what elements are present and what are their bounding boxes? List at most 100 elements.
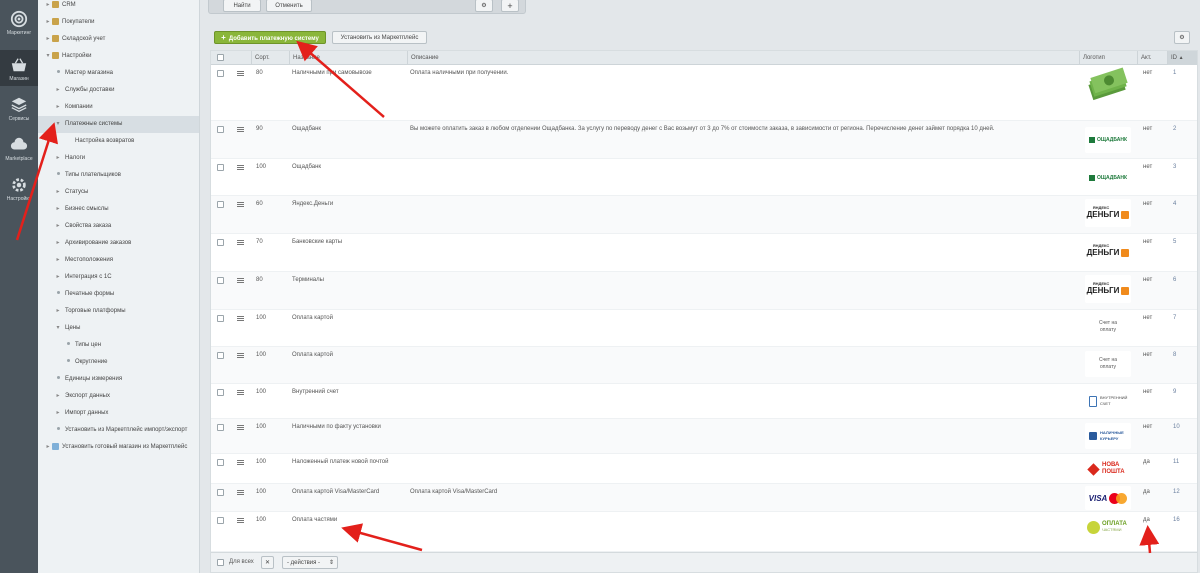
grid-settings-gear-icon[interactable]: ⚙ [1174, 31, 1190, 44]
collapsed-chevron-icon[interactable]: ▸ [54, 303, 62, 320]
col-name[interactable]: Название [289, 51, 407, 65]
tree-item[interactable]: ▸ Компании [38, 99, 199, 116]
select-all-checkbox[interactable] [217, 54, 224, 61]
row-menu-icon[interactable] [237, 390, 244, 395]
tree-item[interactable]: ▸ Складской учет [38, 31, 199, 48]
collapsed-chevron-icon[interactable]: ▸ [54, 405, 62, 422]
collapsed-chevron-icon[interactable]: ▸ [54, 235, 62, 252]
cell-name[interactable]: Яндекс.Деньги [292, 201, 333, 207]
collapsed-chevron-icon[interactable]: ▸ [54, 150, 62, 167]
table-row[interactable]: 60 Яндекс.Деньги ЯНДЕКС ДЕНЬГИ нет 4 [211, 196, 1197, 234]
row-checkbox[interactable] [217, 201, 224, 208]
table-row[interactable]: 100 Оплата картой Счет на оплату нет 7 [211, 310, 1197, 347]
collapsed-chevron-icon[interactable]: ▸ [54, 184, 62, 201]
install-marketplace-button[interactable]: Установить из Маркетплейс [332, 31, 427, 44]
add-filter-plus-icon[interactable]: + [501, 0, 519, 12]
table-row[interactable]: 100 Внутренний счет ВНУТРЕННИЙ СЧЕТ нет 9 [211, 384, 1197, 419]
col-description[interactable]: Описание [407, 51, 1079, 65]
collapsed-chevron-icon[interactable]: ▸ [44, 0, 52, 14]
tree-item[interactable]: ▸ Службы доставки [38, 82, 199, 99]
tree-item[interactable]: ▸ Торговые платформы [38, 303, 199, 320]
tree-item[interactable]: ▸ Архивирование заказов [38, 235, 199, 252]
cell-name[interactable]: Внутренний счет [292, 389, 339, 395]
rail-item-cloud[interactable]: Marketplace [0, 134, 38, 166]
col-id[interactable]: ID ▲ [1167, 51, 1197, 65]
table-row[interactable]: 100 Наложенный платеж новой почтой НОВА ПО… [211, 454, 1197, 484]
cell-name[interactable]: Оплата частями [292, 517, 337, 523]
collapsed-chevron-icon[interactable]: ▸ [54, 218, 62, 235]
cell-name[interactable]: Наличными при самовывозе [292, 70, 372, 76]
tree-item[interactable]: Установить из Маркетплейс импорт/экспорт [38, 422, 199, 439]
collapsed-chevron-icon[interactable]: ▸ [44, 14, 52, 31]
tree-item[interactable]: ▾ Настройки [38, 48, 199, 65]
actions-select[interactable]: - действия - ⇕ [282, 556, 338, 569]
rail-item-basket[interactable]: Магазин [0, 50, 38, 86]
expanded-chevron-icon[interactable]: ▾ [44, 48, 52, 65]
table-row[interactable]: 90 Ощадбанк Вы можете оплатить заказ в люб… [211, 121, 1197, 159]
expanded-chevron-icon[interactable]: ▾ [54, 116, 62, 133]
collapsed-chevron-icon[interactable]: ▸ [44, 31, 52, 48]
table-row[interactable]: 100 Ощадбанк ОЩАДБАНК нет 3 [211, 159, 1197, 196]
table-row[interactable]: 80 Наличными при самовывозе Оплата наличны… [211, 65, 1197, 121]
tree-item[interactable]: ▸ CRM [38, 0, 199, 14]
collapsed-chevron-icon[interactable]: ▸ [54, 99, 62, 116]
cell-name[interactable]: Оплата картой [292, 315, 333, 321]
tree-item[interactable]: Печатные формы [38, 286, 199, 303]
add-payment-system-button[interactable]: + Добавить платежную систему [214, 31, 326, 44]
tree-item[interactable]: Округление [38, 354, 199, 371]
tree-item[interactable]: Мастер магазина [38, 65, 199, 82]
row-menu-icon[interactable] [237, 71, 244, 76]
collapsed-chevron-icon[interactable]: ▸ [54, 82, 62, 99]
row-menu-icon[interactable] [237, 353, 244, 358]
row-checkbox[interactable] [217, 459, 224, 466]
tree-item[interactable]: ▸ Налоги [38, 150, 199, 167]
tree-item[interactable]: ▸ Местоположения [38, 252, 199, 269]
table-row[interactable]: 80 Терминалы ЯНДЕКС ДЕНЬГИ нет 6 [211, 272, 1197, 310]
tree-item[interactable]: ▸ Статусы [38, 184, 199, 201]
collapsed-chevron-icon[interactable]: ▸ [44, 439, 52, 456]
rail-item-target[interactable]: Маркетинг [0, 8, 38, 40]
find-button[interactable]: Найти [223, 0, 261, 12]
table-row[interactable]: 70 Банковские карты ЯНДЕКС ДЕНЬГИ нет 5 [211, 234, 1197, 272]
col-active[interactable]: Акт. [1137, 51, 1167, 65]
row-checkbox[interactable] [217, 315, 224, 322]
row-menu-icon[interactable] [237, 127, 244, 132]
cell-name[interactable]: Наличными по факту установки [292, 424, 381, 430]
row-checkbox[interactable] [217, 352, 224, 359]
cell-name[interactable]: Ощадбанк [292, 126, 321, 132]
tree-item[interactable]: ▾ Цены [38, 320, 199, 337]
tree-item[interactable]: ▸ Интеграция с 1С [38, 269, 199, 286]
for-all-checkbox[interactable] [217, 559, 224, 566]
cell-name[interactable]: Наложенный платеж новой почтой [292, 459, 388, 465]
tree-item[interactable]: ▸ Покупатели [38, 14, 199, 31]
collapsed-chevron-icon[interactable]: ▸ [54, 388, 62, 405]
cell-name[interactable]: Банковские карты [292, 239, 342, 245]
row-menu-icon[interactable] [237, 490, 244, 495]
row-checkbox[interactable] [217, 164, 224, 171]
rail-item-gear[interactable]: Настройки [0, 174, 38, 206]
row-checkbox[interactable] [217, 277, 224, 284]
cell-name[interactable]: Ощадбанк [292, 164, 321, 170]
row-menu-icon[interactable] [237, 278, 244, 283]
tree-item[interactable]: Типы плательщиков [38, 167, 199, 184]
row-checkbox[interactable] [217, 70, 224, 77]
tree-item[interactable]: Типы цен [38, 337, 199, 354]
row-checkbox[interactable] [217, 126, 224, 133]
col-logo[interactable]: Логотип [1079, 51, 1137, 65]
row-checkbox[interactable] [217, 424, 224, 431]
row-menu-icon[interactable] [237, 316, 244, 321]
row-menu-icon[interactable] [237, 240, 244, 245]
col-sort[interactable]: Сорт. [251, 51, 289, 65]
tree-item[interactable]: ▾ Платежные системы [38, 116, 199, 133]
cell-name[interactable]: Оплата картой [292, 352, 333, 358]
delete-selected-button[interactable]: ✕ [261, 556, 274, 569]
row-menu-icon[interactable] [237, 425, 244, 430]
tree-item[interactable]: ▸ Импорт данных [38, 405, 199, 422]
collapsed-chevron-icon[interactable]: ▸ [54, 252, 62, 269]
table-row[interactable]: 100 Оплата картой Счет на оплату нет 8 [211, 347, 1197, 384]
cancel-button[interactable]: Отменить [266, 0, 312, 12]
table-row[interactable]: 100 Оплата картой Visa/MasterCard Оплата к… [211, 484, 1197, 512]
tree-item[interactable]: ▸ Свойства заказа [38, 218, 199, 235]
expanded-chevron-icon[interactable]: ▾ [54, 320, 62, 337]
tree-item[interactable]: ▸ Экспорт данных [38, 388, 199, 405]
